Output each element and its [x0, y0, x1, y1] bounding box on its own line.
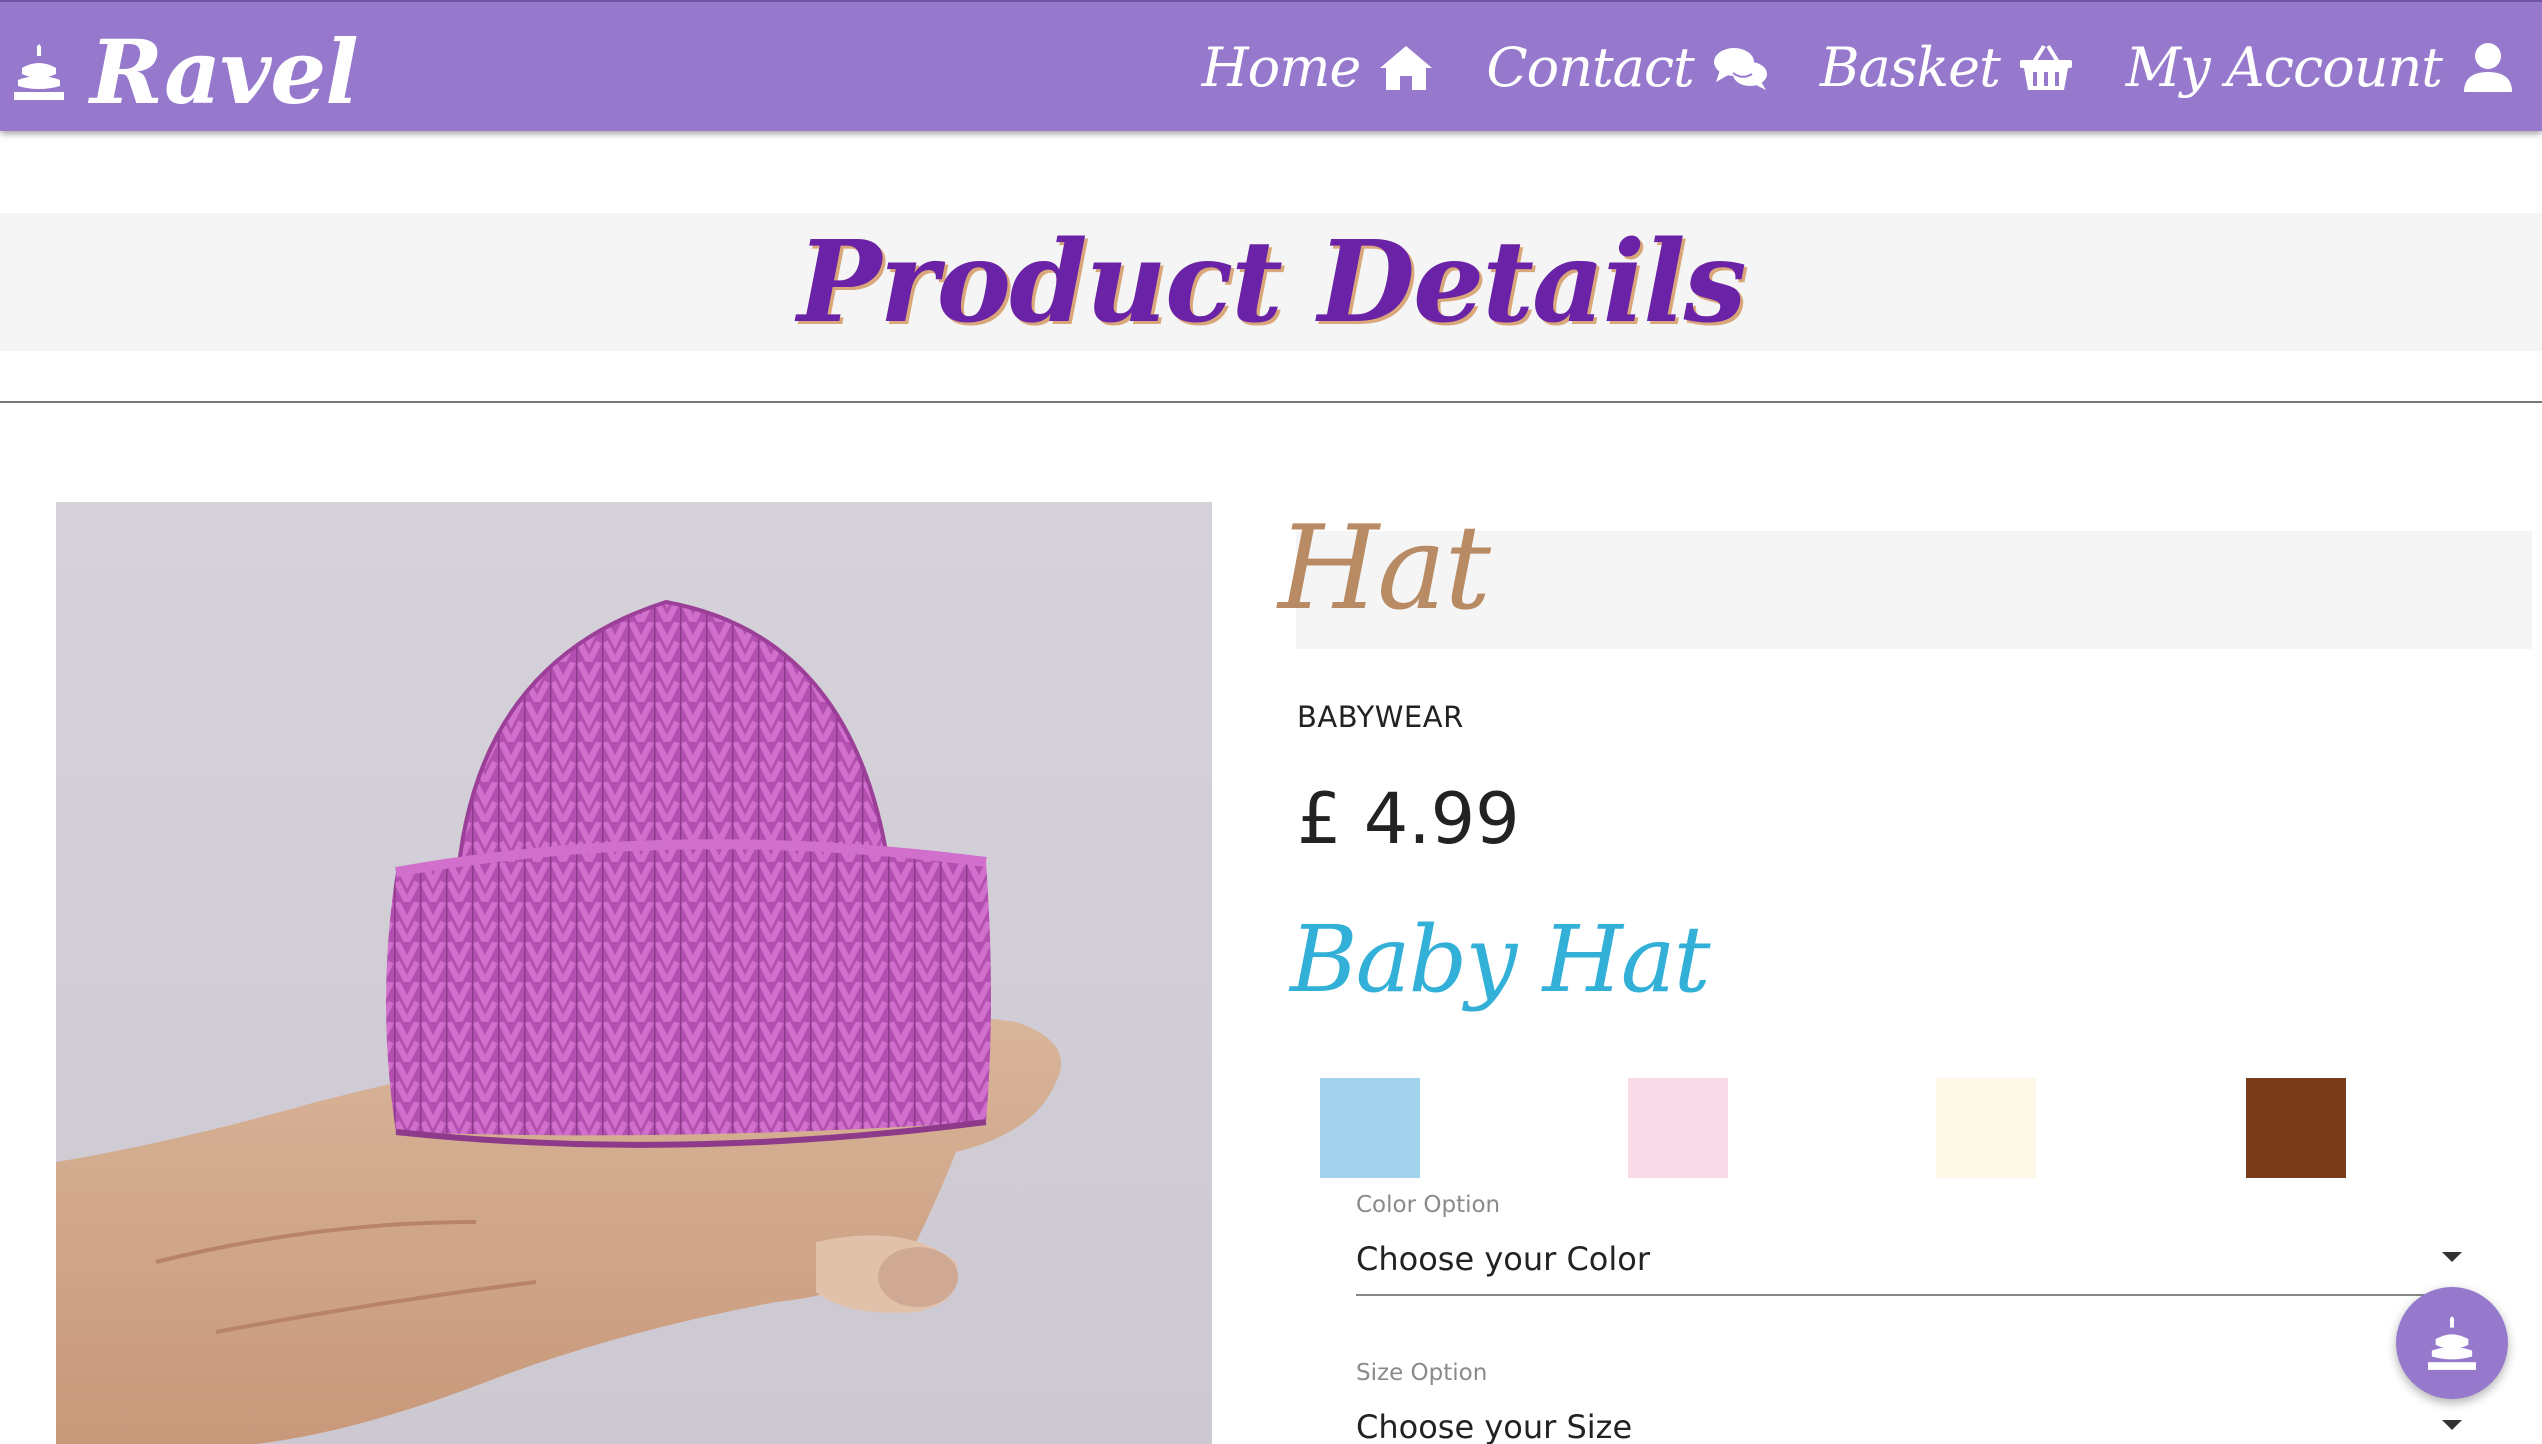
- product-name: Hat: [1278, 501, 1491, 636]
- floating-cake-button[interactable]: [2396, 1287, 2508, 1399]
- color-option-label: Color Option: [1356, 1192, 1501, 1218]
- user-icon: [2464, 42, 2512, 92]
- navbar: Ravel Home Contact Basket My Account: [0, 0, 2542, 131]
- size-option-label: Size Option: [1356, 1360, 1488, 1386]
- cake-icon: [14, 44, 64, 100]
- page-title: Product Details: [797, 216, 1746, 348]
- nav-home-label: Home: [1201, 36, 1362, 99]
- product-price: £ 4.99: [1297, 778, 1520, 860]
- product-category: BABYWEAR: [1297, 700, 1464, 734]
- home-icon: [1380, 45, 1433, 90]
- color-swatch-brown[interactable]: [2246, 1078, 2346, 1178]
- color-option-field: Color Option Choose your Color: [1356, 1192, 2464, 1296]
- brand-name: Ravel: [90, 20, 359, 124]
- color-swatch-blue[interactable]: [1320, 1078, 1420, 1178]
- knitted-hat-photo: [56, 599, 1061, 1444]
- color-swatch-pink[interactable]: [1628, 1078, 1728, 1178]
- nav-contact[interactable]: Contact: [1460, 2, 1793, 133]
- product-description: Baby Hat: [1290, 906, 1711, 1013]
- color-swatches: [1320, 1078, 2420, 1178]
- page-title-band: Product Details: [0, 213, 2542, 351]
- main-nav: Home Contact Basket My Account: [1176, 2, 2542, 133]
- size-option-field: Size Option Choose your Size: [1356, 1360, 2464, 1444]
- nav-basket[interactable]: Basket: [1794, 2, 2100, 133]
- divider: [0, 401, 2542, 403]
- nav-basket-label: Basket: [1819, 36, 2001, 99]
- nav-home[interactable]: Home: [1176, 2, 1461, 133]
- size-option-value: Choose your Size: [1356, 1408, 1633, 1444]
- cake-icon: [2428, 1316, 2476, 1370]
- product-image: [56, 502, 1212, 1444]
- color-swatch-cream[interactable]: [1936, 1078, 2036, 1178]
- comments-icon: [1713, 47, 1767, 90]
- brand-link[interactable]: Ravel: [14, 20, 359, 124]
- chevron-down-icon: [2442, 1420, 2462, 1430]
- nav-contact-label: Contact: [1486, 36, 1694, 99]
- nav-my-account[interactable]: My Account: [2100, 2, 2542, 133]
- color-option-value: Choose your Color: [1356, 1240, 1650, 1278]
- chevron-down-icon: [2442, 1252, 2462, 1262]
- nav-my-account-label: My Account: [2125, 36, 2443, 99]
- size-option-select[interactable]: Choose your Size: [1356, 1406, 2464, 1444]
- basket-icon: [2019, 44, 2072, 90]
- color-option-select[interactable]: Choose your Color: [1356, 1238, 2464, 1296]
